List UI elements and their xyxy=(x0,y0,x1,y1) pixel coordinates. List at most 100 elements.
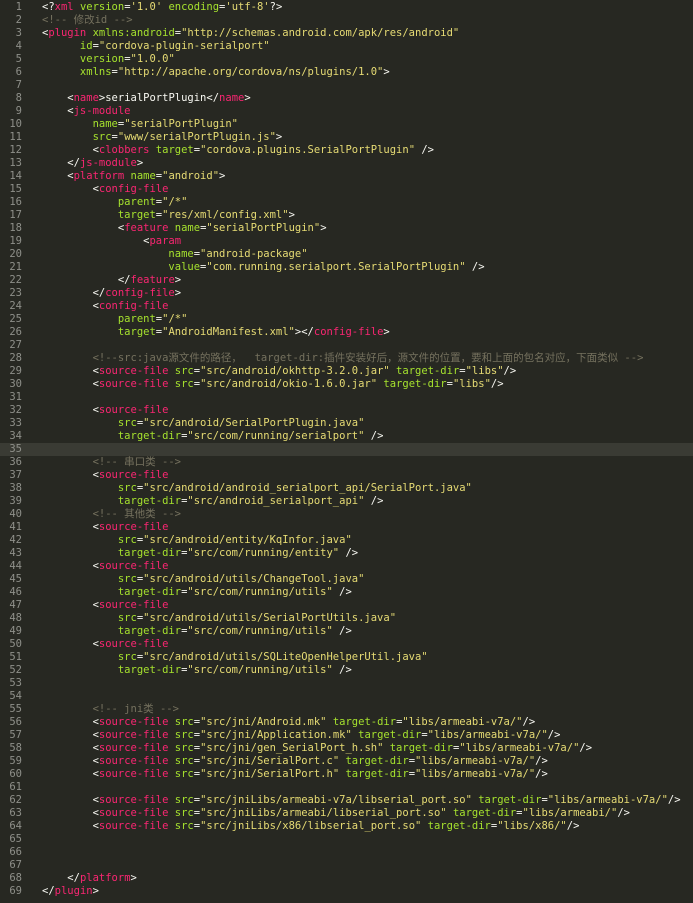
code-line[interactable]: 39 target-dir="src/android_serialport_ap… xyxy=(0,495,693,508)
code-line[interactable]: 21 value="com.running.serialport.SerialP… xyxy=(0,261,693,274)
code-line[interactable]: 19 <param xyxy=(0,235,693,248)
xml-string-token: "src/jniLibs/x86/libserial_port.so" xyxy=(200,820,422,832)
code-line[interactable]: 27 xyxy=(0,339,693,352)
code-line[interactable]: 49 target-dir="src/com/running/utils" /> xyxy=(0,625,693,638)
code-line[interactable]: 16 parent="/*" xyxy=(0,196,693,209)
code-line[interactable]: 20 name="android-package" xyxy=(0,248,693,261)
xml-tag-token: config-file xyxy=(105,287,175,299)
xml-string-token: "http://schemas.android.com/apk/res/andr… xyxy=(181,27,460,39)
code-line[interactable]: 38 src="src/android/android_serialport_a… xyxy=(0,482,693,495)
code-line[interactable]: 30 <source-file src="src/android/okio-1.… xyxy=(0,378,693,391)
code-line[interactable]: 14 <platform name="android"> xyxy=(0,170,693,183)
code-line[interactable]: 57 <source-file src="src/jni/Application… xyxy=(0,729,693,742)
xml-punctuation-token: < xyxy=(42,92,74,104)
code-line[interactable]: 45 src="src/android/utils/ChangeTool.jav… xyxy=(0,573,693,586)
code-text: <source-file xyxy=(42,469,169,482)
code-line[interactable]: 40 <!-- 其他类 --> xyxy=(0,508,693,521)
xml-attribute-token: src xyxy=(168,794,194,806)
xml-punctuation-token: > xyxy=(244,92,251,104)
code-line[interactable]: 47 <source-file xyxy=(0,599,693,612)
code-line[interactable]: 59 <source-file src="src/jni/SerialPort.… xyxy=(0,755,693,768)
line-number: 48 xyxy=(9,612,22,624)
code-line[interactable]: 7 xyxy=(0,79,693,92)
code-line[interactable]: 34 target-dir="src/com/running/serialpor… xyxy=(0,430,693,443)
code-line[interactable]: 54 xyxy=(0,690,693,703)
xml-tag-token: source-file xyxy=(98,521,169,533)
xml-attribute-token: src xyxy=(168,807,194,819)
line-number: 44 xyxy=(9,560,22,572)
code-line[interactable]: 44 <source-file xyxy=(0,560,693,573)
code-line[interactable]: 56 <source-file src="src/jni/Android.mk"… xyxy=(0,716,693,729)
code-line[interactable]: 37 <source-file xyxy=(0,469,693,482)
code-line[interactable]: 64 <source-file src="src/jniLibs/x86/lib… xyxy=(0,820,693,833)
code-line[interactable]: 55 <!-- jni类 --> xyxy=(0,703,693,716)
code-line[interactable]: 29 <source-file src="src/android/okhttp-… xyxy=(0,365,693,378)
xml-string-token: "serialPortPlugin" xyxy=(124,118,238,130)
code-line[interactable]: 68 </platform> xyxy=(0,872,693,885)
code-line[interactable]: 60 <source-file src="src/jni/SerialPort.… xyxy=(0,768,693,781)
code-line[interactable]: 36 <!-- 串口类 --> xyxy=(0,456,693,469)
xml-comment-token: <!-- jni类 --> xyxy=(42,703,179,715)
code-line[interactable]: 22 </feature> xyxy=(0,274,693,287)
line-number: 40 xyxy=(9,508,22,520)
code-line[interactable]: 6 xmlns="http://apache.org/cordova/ns/pl… xyxy=(0,66,693,79)
xml-string-token: "libs/armeabi-v7a/" xyxy=(547,794,668,806)
xml-attribute-token: src xyxy=(168,742,194,754)
code-text: target="AndroidManifest.xml"></config-fi… xyxy=(42,326,390,339)
code-line[interactable]: 31 xyxy=(0,391,693,404)
xml-attribute-token: parent xyxy=(42,196,156,208)
code-line[interactable]: 52 target-dir="src/com/running/utils" /> xyxy=(0,664,693,677)
code-line[interactable]: 65 xyxy=(0,833,693,846)
code-line[interactable]: 15 <config-file xyxy=(0,183,693,196)
line-number: 26 xyxy=(9,326,22,338)
code-line[interactable]: 43 target-dir="src/com/running/entity" /… xyxy=(0,547,693,560)
code-line[interactable]: 12 <clobbers target="cordova.plugins.Ser… xyxy=(0,144,693,157)
xml-attribute-token: parent xyxy=(42,313,156,325)
code-line[interactable]: 24 <config-file xyxy=(0,300,693,313)
code-line[interactable]: 61 xyxy=(0,781,693,794)
code-line[interactable]: 1 <?xml version='1.0' encoding='utf-8'?> xyxy=(0,1,693,14)
code-line[interactable]: 69 </plugin> xyxy=(0,885,693,898)
code-line[interactable]: 46 target-dir="src/com/running/utils" /> xyxy=(0,586,693,599)
code-line[interactable]: 50 <source-file xyxy=(0,638,693,651)
code-line[interactable]: 23 </config-file> xyxy=(0,287,693,300)
code-line[interactable]: 51 src="src/android/utils/SQLiteOpenHelp… xyxy=(0,651,693,664)
code-line[interactable]: 62 <source-file src="src/jniLibs/armeabi… xyxy=(0,794,693,807)
code-line[interactable]: 2 <!-- 修改id --> xyxy=(0,14,693,27)
code-line[interactable]: 18 <feature name="serialPortPlugin"> xyxy=(0,222,693,235)
xml-attribute-token: src xyxy=(168,768,194,780)
code-text: src="www/serialPortPlugin.js"> xyxy=(42,131,283,144)
code-line[interactable]: 35 xyxy=(0,443,693,456)
code-line[interactable]: 28 <!--src:java源文件的路径， target-dir:插件安装好后… xyxy=(0,352,693,365)
xml-punctuation-token: > xyxy=(174,287,182,299)
code-line[interactable]: 11 src="www/serialPortPlugin.js"> xyxy=(0,131,693,144)
xml-punctuation-token: < xyxy=(42,521,99,533)
code-line[interactable]: 13 </js-module> xyxy=(0,157,693,170)
code-line[interactable]: 48 src="src/android/utils/SerialPortUtil… xyxy=(0,612,693,625)
code-line[interactable]: 26 target="AndroidManifest.xml"></config… xyxy=(0,326,693,339)
code-line[interactable]: 4 id="cordova-plugin-serialport" xyxy=(0,40,693,53)
code-line[interactable]: 33 src="src/android/SerialPortPlugin.jav… xyxy=(0,417,693,430)
code-line[interactable]: 9 <js-module xyxy=(0,105,693,118)
code-line[interactable]: 67 xyxy=(0,859,693,872)
code-line[interactable]: 53 xyxy=(0,677,693,690)
xml-tag-token: plugin xyxy=(48,27,87,39)
code-line[interactable]: 5 version="1.0.0" xyxy=(0,53,693,66)
code-line[interactable]: 3 <plugin xmlns:android="http://schemas.a… xyxy=(0,27,693,40)
xml-punctuation-token: /> xyxy=(579,742,593,754)
code-line[interactable]: 42 src="src/android/entity/KqInfor.java" xyxy=(0,534,693,547)
code-line[interactable]: 8 <name>serialPortPlugin</name> xyxy=(0,92,693,105)
code-line[interactable]: 25 parent="/*" xyxy=(0,313,693,326)
code-line[interactable]: 10 name="serialPortPlugin" xyxy=(0,118,693,131)
code-line[interactable]: 63 <source-file src="src/jniLibs/armeabi… xyxy=(0,807,693,820)
xml-punctuation-token: /> xyxy=(364,430,384,442)
code-line[interactable]: 32 <source-file xyxy=(0,404,693,417)
code-line[interactable]: 58 <source-file src="src/jni/gen_SerialP… xyxy=(0,742,693,755)
xml-tag-token: source-file xyxy=(98,599,169,611)
code-editor[interactable]: 1 <?xml version='1.0' encoding='utf-8'?> 2… xyxy=(0,0,693,903)
code-line[interactable]: 17 target="res/xml/config.xml"> xyxy=(0,209,693,222)
code-line[interactable]: 41 <source-file xyxy=(0,521,693,534)
xml-string-token: "src/android/utils/SQLiteOpenHelperUtil.… xyxy=(143,651,428,663)
code-line[interactable]: 66 xyxy=(0,846,693,859)
line-number: 69 xyxy=(9,885,22,897)
